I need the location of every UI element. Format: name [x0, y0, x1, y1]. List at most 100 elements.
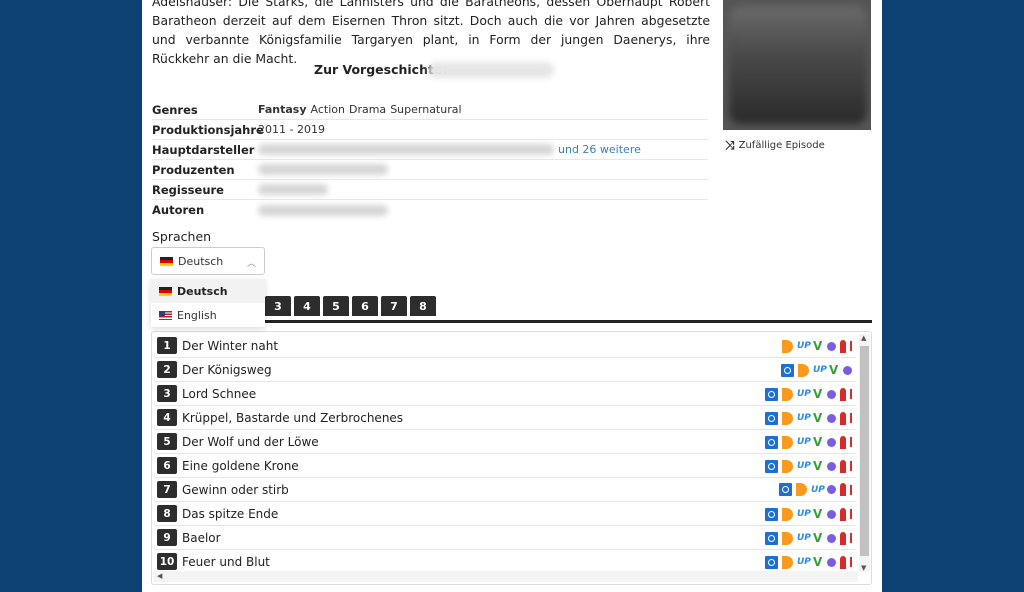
episode-title[interactable]: Der Wolf und der Löwe — [182, 435, 319, 449]
season-tab-7[interactable]: 7 — [381, 296, 407, 316]
dot-hoster-icon[interactable] — [827, 533, 836, 543]
up-hoster-icon[interactable]: UP — [797, 557, 811, 567]
episode-title[interactable]: Eine goldene Krone — [182, 459, 299, 473]
episode-number: 9 — [157, 529, 177, 546]
v-hoster-icon[interactable]: V — [829, 363, 839, 377]
vivo-hoster-icon[interactable] — [765, 507, 778, 521]
episode-row[interactable]: 9 Baelor UP V — [154, 526, 856, 550]
language-option-deutsch[interactable]: Deutsch — [151, 279, 265, 303]
up-hoster-icon[interactable]: UP — [797, 509, 811, 519]
d-hoster-icon[interactable] — [782, 555, 793, 569]
v-hoster-icon[interactable]: V — [813, 531, 823, 545]
dot-hoster-icon[interactable] — [827, 461, 836, 471]
vivo-hoster-icon[interactable] — [765, 411, 778, 425]
dot-hoster-icon[interactable] — [827, 557, 836, 567]
v-hoster-icon[interactable]: V — [813, 459, 823, 473]
vivo-hoster-icon[interactable] — [765, 459, 778, 473]
d-hoster-icon[interactable] — [782, 507, 793, 521]
v-hoster-icon[interactable]: V — [813, 411, 823, 425]
episode-title[interactable]: Krüppel, Bastarde und Zerbrochenes — [182, 411, 403, 425]
v-hoster-icon[interactable]: V — [813, 339, 823, 353]
episode-title[interactable]: Das spitze Ende — [182, 507, 278, 521]
episode-title[interactable]: Lord Schnee — [182, 387, 256, 401]
red-hoster-icon[interactable] — [840, 531, 846, 545]
language-option-english[interactable]: English — [151, 303, 265, 327]
season-tab-3[interactable]: 3 — [265, 296, 291, 316]
v-hoster-icon[interactable]: V — [813, 555, 823, 569]
dot-hoster-icon[interactable] — [827, 389, 836, 399]
dot-hoster-icon[interactable] — [827, 413, 836, 423]
d-hoster-icon[interactable] — [782, 435, 793, 449]
genre-tag[interactable]: Supernatural — [390, 103, 461, 116]
dot-hoster-icon[interactable] — [843, 365, 852, 375]
vivo-hoster-icon[interactable] — [779, 483, 792, 496]
episode-title[interactable]: Gewinn oder stirb — [182, 483, 289, 497]
d-hoster-icon[interactable] — [782, 459, 793, 473]
scrollbar-thumb[interactable] — [860, 346, 869, 556]
episode-row[interactable]: 3 Lord Schnee UP V — [154, 382, 856, 406]
genre-tag[interactable]: Drama — [349, 103, 386, 116]
genre-tag[interactable]: Action — [311, 103, 345, 116]
scroll-left-arrow-icon[interactable]: ◀ — [157, 572, 162, 580]
hoster-icons: UP V — [765, 435, 852, 449]
scroll-down-arrow-icon[interactable]: ▼ — [861, 564, 866, 572]
episode-row[interactable]: 1 Der Winter naht UP V — [154, 334, 856, 358]
d-hoster-icon[interactable] — [782, 411, 793, 425]
language-select[interactable]: Deutsch ︿ — [151, 247, 265, 275]
red-hoster-icon[interactable] — [840, 339, 846, 353]
season-tab-4[interactable]: 4 — [294, 296, 320, 316]
episode-row[interactable]: 7 Gewinn oder stirb UP — [154, 478, 856, 502]
episode-row[interactable]: 6 Eine goldene Krone UP V — [154, 454, 856, 478]
episode-row[interactable]: 2 Der Königsweg UP V — [154, 358, 856, 382]
genre-tag[interactable]: Fantasy — [258, 103, 307, 116]
episode-row[interactable]: 5 Der Wolf und der Löwe UP V — [154, 430, 856, 454]
d-hoster-icon[interactable] — [798, 363, 809, 377]
v-hoster-icon[interactable]: V — [813, 435, 823, 449]
episode-title[interactable]: Baelor — [182, 531, 221, 545]
dot-hoster-icon[interactable] — [827, 437, 836, 447]
v-hoster-icon[interactable]: V — [813, 507, 823, 521]
red-hoster-icon[interactable] — [840, 507, 846, 521]
episode-row[interactable]: 4 Krüppel, Bastarde und Zerbrochenes UP V — [154, 406, 856, 430]
prequel-link-blurred[interactable] — [428, 62, 554, 78]
horizontal-scrollbar[interactable]: ◀ — [154, 571, 858, 582]
random-episode-link[interactable]: ⤨ Zufällige Episode — [725, 138, 825, 153]
red-hoster-icon[interactable] — [840, 483, 846, 496]
dot-hoster-icon[interactable] — [827, 509, 836, 519]
vivo-hoster-icon[interactable] — [765, 435, 778, 449]
vivo-hoster-icon[interactable] — [765, 387, 778, 401]
red-hoster-icon[interactable] — [840, 411, 846, 425]
season-tab-6[interactable]: 6 — [352, 296, 378, 316]
scroll-up-arrow-icon[interactable]: ▲ — [861, 334, 866, 342]
vivo-hoster-icon[interactable] — [781, 363, 794, 377]
vertical-scrollbar[interactable]: ▲ ▼ — [859, 334, 870, 572]
up-hoster-icon[interactable]: UP — [797, 389, 811, 399]
d-hoster-icon[interactable] — [796, 483, 807, 496]
season-tab-8[interactable]: 8 — [410, 296, 436, 316]
up-hoster-icon[interactable]: UP — [797, 533, 811, 543]
episode-title[interactable]: Feuer und Blut — [182, 555, 270, 569]
d-hoster-icon[interactable] — [782, 387, 793, 401]
d-hoster-icon[interactable] — [782, 531, 793, 545]
red-hoster-icon[interactable] — [840, 555, 846, 569]
dot-hoster-icon[interactable] — [827, 485, 836, 494]
v-hoster-icon[interactable]: V — [813, 387, 823, 401]
vivo-hoster-icon[interactable] — [765, 531, 778, 545]
up-hoster-icon[interactable]: UP — [797, 413, 811, 423]
dot-hoster-icon[interactable] — [827, 341, 836, 351]
vivo-hoster-icon[interactable] — [765, 555, 778, 569]
red-hoster-icon[interactable] — [840, 459, 846, 473]
up-hoster-icon[interactable]: UP — [813, 365, 827, 375]
season-tab-5[interactable]: 5 — [323, 296, 349, 316]
d-hoster-icon[interactable] — [782, 339, 793, 353]
up-hoster-icon[interactable]: UP — [797, 341, 811, 351]
cast-more-link[interactable]: und 26 weitere — [558, 143, 641, 156]
red-hoster-icon[interactable] — [840, 435, 846, 449]
up-hoster-icon[interactable]: UP — [797, 437, 811, 447]
up-hoster-icon[interactable]: UP — [811, 485, 825, 495]
episode-title[interactable]: Der Winter naht — [182, 339, 278, 353]
red-hoster-icon[interactable] — [840, 387, 846, 401]
up-hoster-icon[interactable]: UP — [797, 461, 811, 471]
episode-row[interactable]: 8 Das spitze Ende UP V — [154, 502, 856, 526]
episode-title[interactable]: Der Königsweg — [182, 363, 272, 377]
